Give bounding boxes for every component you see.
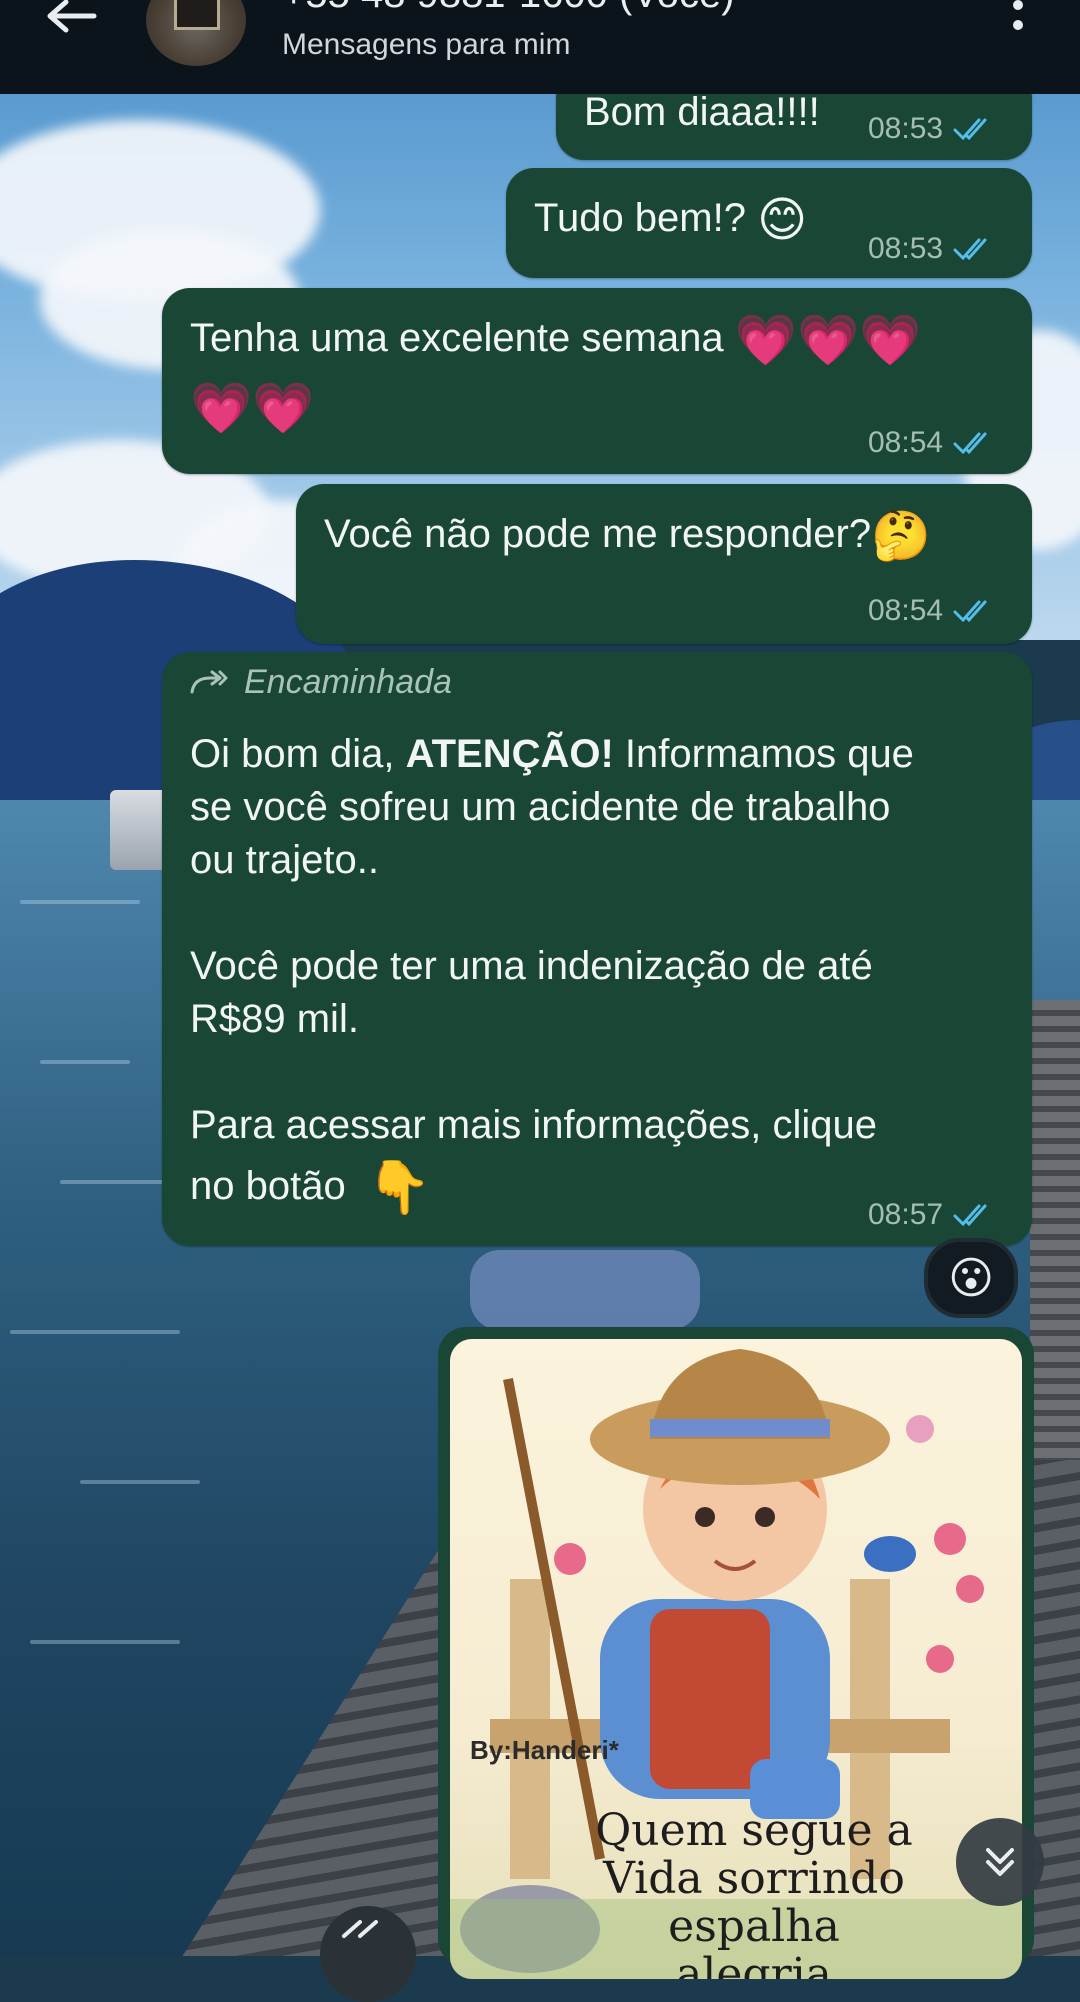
more-options-icon[interactable] bbox=[1000, 0, 1036, 44]
forward-arrow-icon bbox=[190, 670, 228, 693]
message-meta: 08:57 bbox=[868, 1198, 995, 1232]
chat-header: +55 48 9881-1600 (Você) Mensagens para m… bbox=[0, 0, 1080, 94]
message-text: Tenha uma excelente semana bbox=[190, 316, 724, 360]
wallpaper-wave bbox=[80, 1480, 200, 1484]
back-arrow-icon[interactable] bbox=[42, 0, 98, 36]
wallpaper-wave bbox=[20, 900, 140, 904]
wallpaper-wave bbox=[30, 1640, 180, 1644]
message-line: Para acessar mais informações, clique bbox=[190, 1103, 877, 1147]
forwarded-label: Encaminhada bbox=[190, 663, 452, 702]
message-bold-text: ATENÇÃO! bbox=[405, 732, 614, 776]
thinking-face-emoji: 🤔 bbox=[871, 509, 931, 563]
avatar[interactable] bbox=[146, 0, 246, 66]
message-reaction[interactable]: 😮 bbox=[924, 1238, 1018, 1318]
image-message-picture[interactable]: By:Handeri* Quem segue a Vida sorrindo e… bbox=[450, 1339, 1022, 1979]
pink-heart-emoji: 💗💗 bbox=[190, 379, 315, 436]
message-text-row: Você não pode me responder?🤔 bbox=[324, 508, 931, 563]
read-double-check-icon bbox=[953, 432, 987, 455]
message-bubble[interactable]: Tudo bem!? 😊 08:53 bbox=[506, 168, 1032, 278]
surprised-face-emoji: 😮 bbox=[948, 1253, 994, 1303]
message-line: Você pode ter uma indenização de até bbox=[190, 944, 873, 988]
read-double-check-icon bbox=[953, 1204, 987, 1227]
message-text: no botão bbox=[190, 1164, 346, 1208]
wallpaper-wave bbox=[10, 1330, 180, 1334]
message-meta: 08:53 bbox=[868, 112, 995, 146]
read-double-check-icon bbox=[953, 238, 987, 261]
message-line: se você sofreu um acidente de trabalho bbox=[190, 785, 891, 829]
message-meta: 08:53 bbox=[868, 232, 995, 266]
message-text-row: Tenha uma excelente semana 💗💗💗 bbox=[190, 312, 922, 367]
image-message[interactable]: By:Handeri* Quem segue a Vida sorrindo e… bbox=[438, 1327, 1034, 1979]
message-bubble[interactable]: Tenha uma excelente semana 💗💗💗 💗💗 08:54 bbox=[162, 288, 1032, 474]
message-bubble[interactable]: Você não pode me responder?🤔 08:54 bbox=[296, 484, 1032, 644]
read-double-check-icon bbox=[953, 600, 987, 623]
message-meta: 08:54 bbox=[868, 426, 995, 460]
contact-subtitle[interactable]: Mensagens para mim bbox=[282, 28, 570, 62]
scroll-to-bottom-button[interactable] bbox=[956, 1818, 1044, 1906]
forward-button[interactable] bbox=[320, 1906, 416, 2002]
message-meta: 08:54 bbox=[868, 594, 995, 628]
message-emoji-row: 💗💗 bbox=[190, 380, 315, 435]
pointing-down-emoji: 👇 bbox=[366, 1158, 432, 1217]
read-double-check-icon bbox=[953, 118, 987, 141]
message-text: Informamos que bbox=[624, 732, 914, 776]
contact-name[interactable]: +55 48 9881-1600 (Você) bbox=[282, 0, 735, 17]
message-time: 08:54 bbox=[868, 426, 944, 459]
avatar-book-shape bbox=[174, 0, 220, 30]
message-time: 08:53 bbox=[868, 112, 944, 145]
wallpaper-wave bbox=[40, 1060, 130, 1064]
message-text: Tudo bem!? bbox=[534, 196, 746, 240]
image-caption-line: Quem segue a bbox=[595, 1805, 913, 1856]
message-time: 08:54 bbox=[868, 594, 944, 627]
image-caption: Quem segue a Vida sorrindo espalha alegr… bbox=[584, 1805, 924, 1980]
image-caption-line: espalha alegria bbox=[668, 1901, 840, 1980]
message-text-row: Tudo bem!? 😊 bbox=[534, 192, 807, 247]
message-line: Oi bom dia, ATENÇÃO! Informamos que bbox=[190, 728, 914, 781]
message-text: Você não pode me responder? bbox=[324, 512, 872, 556]
message-text: Oi bom dia, bbox=[190, 732, 395, 776]
pink-heart-emoji: 💗💗💗 bbox=[734, 311, 922, 368]
message-line: ou trajeto.. bbox=[190, 838, 380, 882]
message-time: 08:53 bbox=[868, 232, 944, 265]
wallpaper-figure bbox=[470, 1250, 700, 1330]
smiling-face-emoji: 😊 bbox=[757, 193, 808, 247]
image-caption-line: Vida sorrindo bbox=[603, 1853, 905, 1904]
image-signature: By:Handeri* bbox=[470, 1735, 619, 1765]
message-line: R$89 mil. bbox=[190, 997, 359, 1041]
double-chevron-down-icon bbox=[986, 1848, 1014, 1876]
message-time: 08:57 bbox=[868, 1198, 944, 1231]
forwarded-text: Encaminhada bbox=[244, 663, 452, 701]
message-line: no botão 👇 bbox=[190, 1160, 432, 1215]
forward-arrow-icon bbox=[342, 1920, 378, 1938]
